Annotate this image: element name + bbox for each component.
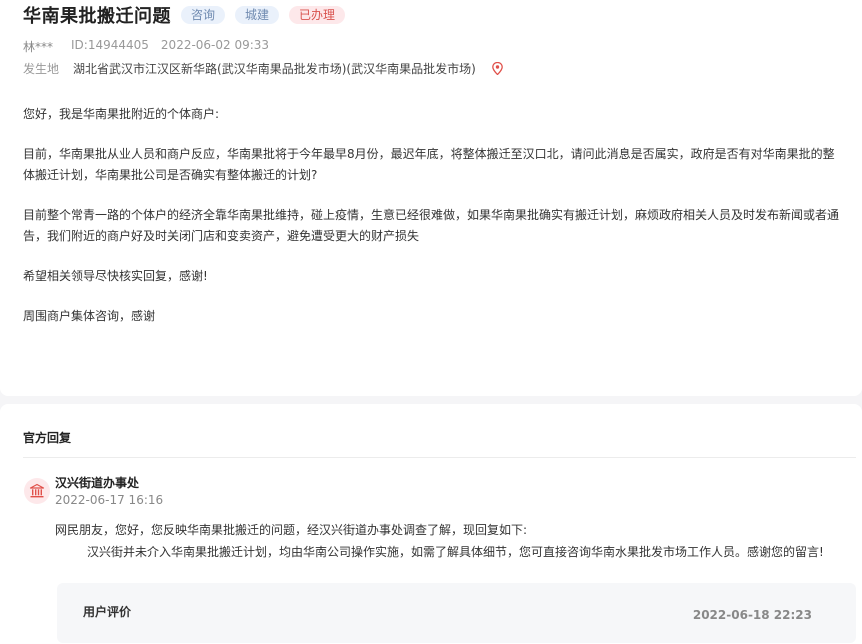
reply-text: 汉兴街并未介入华南果批搬迁计划，均由华南公司操作实施，如需了解具体细节，您可直接… bbox=[87, 545, 824, 559]
government-building-icon bbox=[24, 478, 50, 504]
paragraph: 您好，我是华南果批附近的个体商户: bbox=[23, 107, 220, 121]
post-meta: 林*** ID:14944405 2022-06-02 09:33 bbox=[23, 38, 269, 55]
department-name: 汉兴街道办事处 bbox=[55, 476, 140, 490]
post-datetime: 2022-06-02 09:33 bbox=[160, 38, 270, 52]
rating-label: 用户评价 bbox=[83, 605, 132, 619]
paragraph: 希望相关领导尽快核实回复，感谢! bbox=[23, 269, 208, 283]
paragraph: 周围商户集体咨询，感谢 bbox=[23, 309, 156, 323]
paragraph: 目前整个常青一路的个体户的经济全靠华南果批维持，碰上疫情，生意已经很难做，如果华… bbox=[23, 208, 840, 243]
rating-datetime: 2022-06-18 22:23 bbox=[692, 608, 812, 622]
author-name: 林*** bbox=[23, 40, 54, 54]
map-pin-icon[interactable] bbox=[491, 61, 503, 76]
reply-datetime: 2022-06-17 16:16 bbox=[55, 493, 164, 507]
post-content: 您好，我是华南果批附近的个体商户: 目前，华南果批从业人员和商户反应，华南果批将… bbox=[23, 104, 843, 346]
post-id: ID:14944405 bbox=[71, 38, 149, 52]
post-card: 华南果批搬迁问题 咨询 城建 已办理 林*** ID:14944405 2022… bbox=[0, 0, 862, 396]
location-row: 发生地 湖北省武汉市江汉区新华路(武汉华南果品批发市场)(武汉华南果品批发市场) bbox=[23, 60, 503, 77]
divider bbox=[23, 457, 856, 458]
reply-text: 网民朋友，您好，您反映华南果批搬迁的问题，经汉兴街道办事处调查了解，现回复如下: bbox=[55, 523, 528, 537]
status-badge: 已办理 bbox=[289, 6, 346, 24]
section-title: 官方回复 bbox=[23, 431, 72, 445]
official-reply-card: 官方回复 汉兴街道办事处 2022-06-17 16:16 网民朋友，您好，您反… bbox=[0, 404, 862, 644]
tag-consult[interactable]: 咨询 bbox=[181, 6, 226, 24]
paragraph: 目前，华南果批从业人员和商户反应，华南果批将于今年最早8月份，最迟年底，将整体搬… bbox=[23, 147, 835, 182]
title-row: 华南果批搬迁问题 咨询 城建 已办理 bbox=[23, 2, 346, 28]
tag-urban-construction[interactable]: 城建 bbox=[235, 6, 280, 24]
page-title: 华南果批搬迁问题 bbox=[23, 6, 171, 27]
location-label: 发生地 bbox=[23, 62, 60, 76]
user-rating-box: 用户评价 2022-06-18 22:23 bbox=[57, 583, 856, 643]
location-text: 湖北省武汉市江汉区新华路(武汉华南果品批发市场)(武汉华南果品批发市场) bbox=[73, 62, 476, 76]
